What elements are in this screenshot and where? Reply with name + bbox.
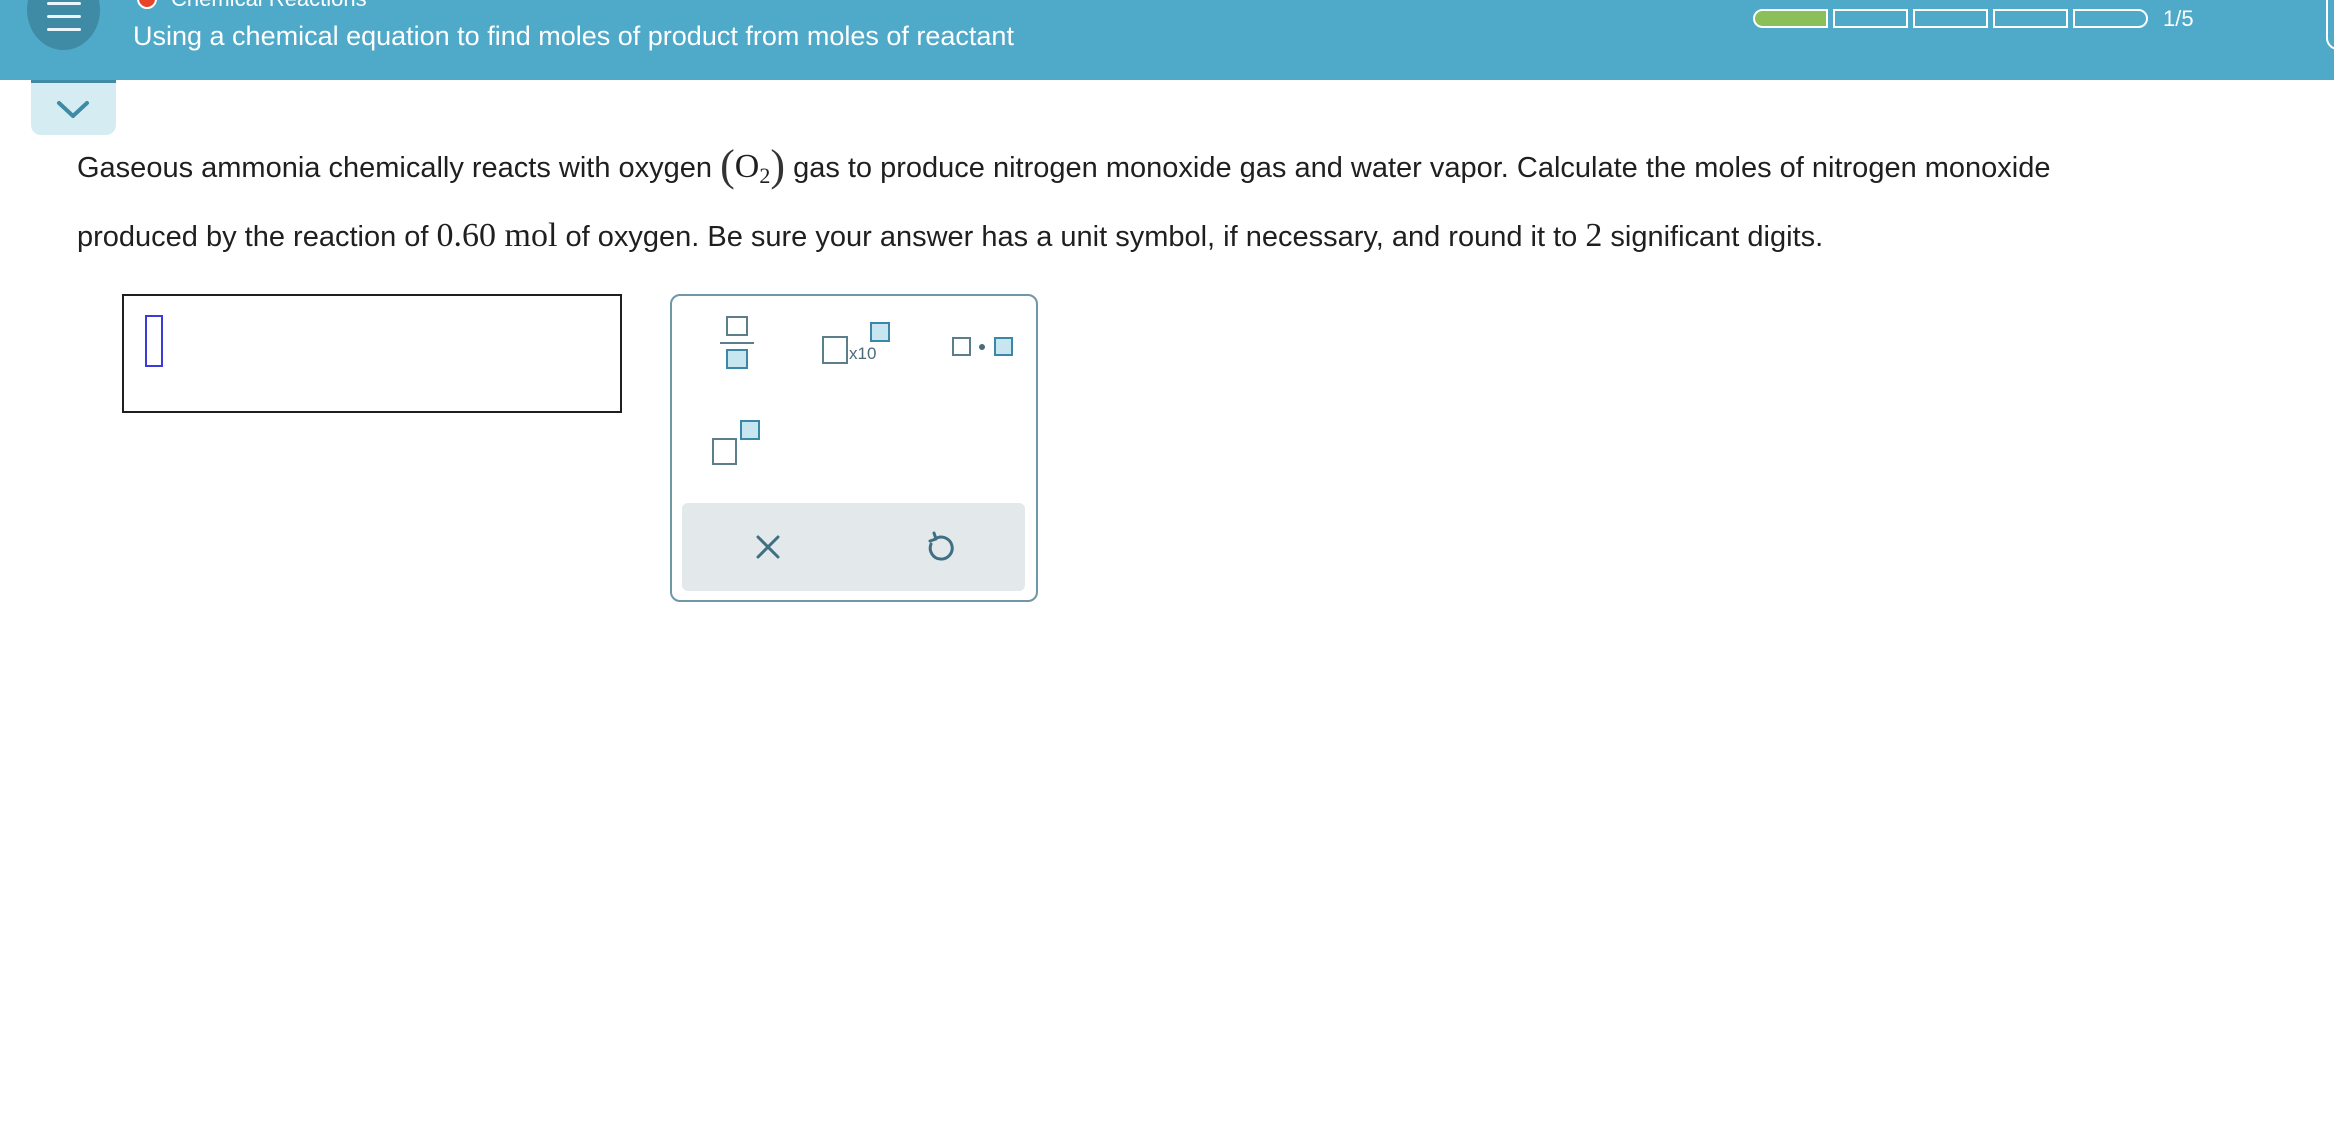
- clear-button[interactable]: [682, 503, 853, 591]
- chevron-down-icon: [57, 101, 89, 118]
- progress-segment: [1753, 9, 1828, 28]
- answer-input[interactable]: [122, 294, 622, 413]
- header-side-button[interactable]: [2326, 0, 2334, 50]
- input-placeholder-box: [145, 315, 163, 367]
- fraction-button[interactable]: [712, 316, 762, 376]
- progress-segment: [1993, 9, 2068, 28]
- close-icon: [756, 535, 779, 559]
- progress-segment: [1913, 9, 1988, 28]
- significant-digits-count: 2: [1585, 217, 1603, 254]
- undo-button[interactable]: [854, 503, 1025, 591]
- topic-label: Chemical Reactions: [171, 0, 367, 12]
- lesson-title: Using a chemical equation to find moles …: [133, 21, 1014, 51]
- multiplication-dot-button[interactable]: [940, 316, 1020, 376]
- oxygen-amount: 0.60 mol: [436, 217, 558, 254]
- topic-status-icon: [137, 0, 157, 9]
- collapse-toggle-button[interactable]: [31, 80, 116, 135]
- progress-segment: [2073, 9, 2148, 28]
- scientific-notation-button[interactable]: x10: [822, 316, 902, 376]
- question-part-2: gas to produce nitrogen monoxide gas and…: [793, 152, 2051, 184]
- topic-indicator: Chemical Reactions: [137, 0, 367, 12]
- question-text: Gaseous ammonia chemically reacts with o…: [77, 141, 2051, 254]
- undo-icon: [928, 531, 954, 561]
- math-palette: x10: [670, 294, 1038, 602]
- progress-count: 1/5: [2163, 6, 2194, 31]
- question-part-4: of oxygen. Be sure your answer has a uni…: [565, 221, 1578, 253]
- progress-segment: [1833, 9, 1908, 28]
- menu-button[interactable]: [27, 0, 100, 50]
- question-part-1: Gaseous ammonia chemically reacts with o…: [77, 152, 713, 184]
- oxygen-formula: O2: [734, 148, 771, 188]
- top-header: Chemical Reactions Using a chemical equa…: [0, 0, 2334, 80]
- palette-actions: [682, 503, 1025, 591]
- question-part-5: significant digits.: [1610, 221, 1824, 253]
- progress-bar: [1753, 9, 2148, 28]
- question-part-3: produced by the reaction of: [77, 221, 429, 253]
- superscript-button[interactable]: [710, 416, 770, 476]
